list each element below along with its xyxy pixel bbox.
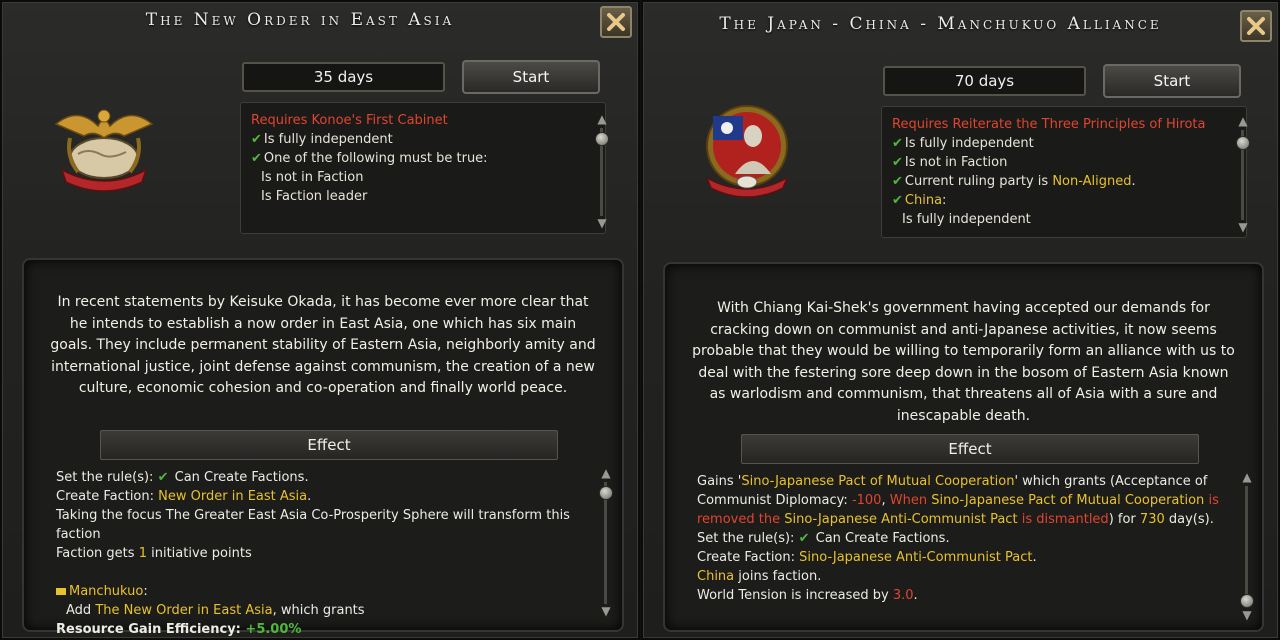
focus-title: The Japan - China - Manchukuo Alliance: [719, 14, 1162, 34]
scroll-up-icon[interactable]: ▲: [594, 112, 610, 126]
close-icon: [1247, 17, 1265, 35]
focus-panel-right: The Japan - China - Manchukuo Alliance 7…: [641, 0, 1280, 640]
effect-line: Manchukuo:: [56, 582, 582, 601]
effect-line: Set the rule(s): ✔ Can Create Factions.: [697, 531, 950, 546]
effect-line: Add The New Order in East Asia, which gr…: [66, 603, 365, 618]
requirement-line: ✔ China:: [892, 193, 947, 208]
checkmark-icon: ✔: [892, 136, 903, 151]
effect-line: Gains 'Sino-Japanese Pact of Mutual Coop…: [697, 474, 1219, 527]
effects-scrollbar[interactable]: ▲ ▼: [598, 466, 614, 618]
checkmark-icon: ✔: [892, 193, 903, 208]
checkmark-icon: ✔: [892, 155, 903, 170]
requirement-line: ✔ Current ruling party is Non-Aligned.: [892, 174, 1136, 189]
checkmark-icon: ✔: [251, 132, 262, 147]
effect-line: Taking the focus The Greater East Asia C…: [56, 508, 570, 542]
focus-body: With Chiang Kai-Shek's government having…: [663, 262, 1264, 632]
scroll-track[interactable]: [604, 482, 607, 604]
close-button[interactable]: [600, 6, 632, 38]
scroll-thumb[interactable]: [595, 132, 609, 146]
effect-header: Effect: [741, 434, 1199, 464]
focus-description: In recent statements by Keisuke Okada, i…: [50, 294, 596, 396]
effect-header: Effect: [100, 430, 558, 460]
requirement-prerequisite: Requires Konoe's First Cabinet: [251, 113, 448, 128]
effect-line: Set the rule(s): ✔ Can Create Factions.: [56, 470, 309, 485]
requirement-line: ✔ Is fully independent: [251, 132, 393, 147]
scroll-down-icon[interactable]: ▼: [1235, 220, 1251, 234]
focus-description: With Chiang Kai-Shek's government having…: [692, 300, 1235, 424]
scroll-up-icon[interactable]: ▲: [1239, 470, 1255, 484]
requirement-prerequisite: Requires Reiterate the Three Principles …: [892, 117, 1206, 132]
requirements-scrollbar[interactable]: ▲ ▼: [594, 112, 610, 232]
focus-duration: 35 days: [242, 62, 445, 92]
effects-list: Gains 'Sino-Japanese Pact of Mutual Coop…: [697, 472, 1222, 605]
effect-line: Resource Gain Efficiency: +5.00%: [56, 622, 302, 637]
requirement-line: ✔ Is not in Faction: [892, 155, 1008, 170]
requirement-line: ✔ One of the following must be true:: [251, 151, 488, 166]
effect-line: Create Faction: Sino-Japanese Anti-Commu…: [697, 550, 1037, 565]
focus-panel-left: The New Order in East Asia 35 days Start…: [0, 0, 640, 640]
requirement-line: Is Faction leader: [261, 189, 368, 204]
scroll-down-icon[interactable]: ▼: [598, 604, 614, 618]
flag-icon: [56, 588, 66, 595]
requirements-scrollbar[interactable]: ▲ ▼: [1235, 114, 1251, 236]
effects-list: Set the rule(s): ✔ Can Create Factions. …: [56, 468, 582, 639]
scroll-thumb[interactable]: [1240, 594, 1254, 608]
scroll-up-icon[interactable]: ▲: [1235, 114, 1251, 128]
scroll-thumb[interactable]: [1236, 136, 1250, 150]
scroll-thumb[interactable]: [599, 486, 613, 500]
focus-header: The Japan - China - Manchukuo Alliance 7…: [643, 2, 1278, 252]
checkmark-icon: ✔: [251, 151, 262, 166]
effects-scrollbar[interactable]: ▲ ▼: [1239, 470, 1255, 622]
requirements-box: Requires Konoe's First Cabinet ✔ Is fully…: [240, 102, 606, 234]
requirement-line: ✔ Is fully independent: [892, 136, 1034, 151]
effect-line: Faction gets 1 initiative points: [56, 546, 252, 561]
requirements-box: Requires Reiterate the Three Principles …: [881, 106, 1247, 238]
checkmark-icon: ✔: [798, 531, 810, 546]
scroll-up-icon[interactable]: ▲: [598, 466, 614, 480]
scroll-down-icon[interactable]: ▼: [594, 216, 610, 230]
focus-title: The New Order in East Asia: [145, 10, 455, 30]
focus-duration: 70 days: [883, 66, 1086, 96]
scroll-down-icon[interactable]: ▼: [1239, 608, 1255, 622]
checkmark-icon: ✔: [892, 174, 903, 189]
eagle-emblem-icon: [54, 109, 154, 192]
requirement-line: Is not in Faction: [261, 170, 364, 185]
effect-line: World Tension is increased by 3.0.: [697, 588, 918, 603]
focus-header: The New Order in East Asia 35 days Start…: [2, 2, 638, 252]
close-icon: [607, 13, 625, 31]
start-button[interactable]: Start: [462, 60, 600, 94]
start-button[interactable]: Start: [1103, 64, 1241, 98]
requirement-line: Is fully independent: [902, 212, 1031, 227]
close-button[interactable]: [1240, 10, 1272, 42]
portrait-emblem-icon: [705, 105, 789, 198]
checkmark-icon: ✔: [157, 470, 169, 485]
effect-line: Create Faction: New Order in East Asia.: [56, 489, 312, 504]
scroll-track[interactable]: [1245, 486, 1248, 608]
effect-line: China joins faction.: [697, 569, 822, 584]
focus-body: In recent statements by Keisuke Okada, i…: [22, 258, 624, 637]
